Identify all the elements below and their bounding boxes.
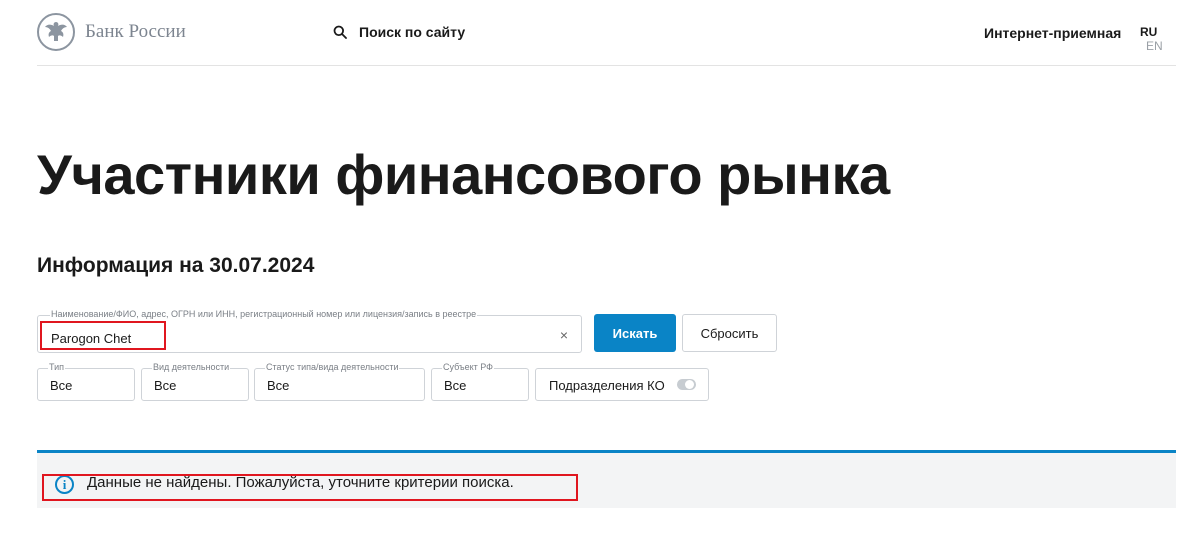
site-header: Банк России Поиск по сайту Интернет-прие… bbox=[37, 0, 1176, 66]
search-value-highlight bbox=[40, 321, 166, 350]
bank-logo[interactable]: Банк России bbox=[37, 13, 186, 51]
filter-region-value: Все bbox=[444, 378, 467, 393]
page-title: Участники финансового рынка bbox=[37, 143, 890, 206]
site-search-label: Поиск по сайту bbox=[359, 24, 466, 40]
filter-status-select[interactable]: Статус типа/вида деятельности Все bbox=[254, 362, 425, 401]
filter-activity-select[interactable]: Вид деятельности Все bbox=[141, 362, 249, 401]
toggle-knob bbox=[685, 380, 694, 389]
lang-en-link[interactable]: EN bbox=[1146, 39, 1163, 53]
search-button[interactable]: Искать bbox=[594, 314, 676, 352]
site-search-link[interactable]: Поиск по сайту bbox=[333, 24, 465, 40]
branches-toggle-switch[interactable] bbox=[677, 379, 696, 390]
filter-type-select[interactable]: Тип Все bbox=[37, 362, 135, 401]
clear-search-icon[interactable]: × bbox=[560, 327, 568, 343]
filter-activity-value: Все bbox=[154, 378, 177, 393]
branches-toggle-label: Подразделения КО bbox=[549, 378, 665, 393]
branches-toggle-control[interactable]: Подразделения КО bbox=[535, 368, 709, 401]
search-icon bbox=[333, 25, 347, 39]
eagle-emblem-icon bbox=[37, 13, 75, 51]
filter-activity-legend: Вид деятельности bbox=[152, 362, 231, 372]
info-date-heading: Информация на 30.07.2024 bbox=[37, 254, 315, 277]
filter-region-legend: Субъект РФ bbox=[442, 362, 494, 372]
lang-ru-link[interactable]: RU bbox=[1140, 25, 1157, 39]
filter-status-legend: Статус типа/вида деятельности bbox=[265, 362, 400, 372]
filter-type-value: Все bbox=[50, 378, 73, 393]
logo-text: Банк России bbox=[85, 21, 186, 42]
filter-type-legend: Тип bbox=[48, 362, 66, 372]
filter-region-select[interactable]: Субъект РФ Все bbox=[431, 362, 529, 401]
reset-button[interactable]: Сбросить bbox=[682, 314, 777, 352]
internet-reception-link[interactable]: Интернет-приемная bbox=[984, 25, 1121, 41]
language-switcher: RU EN bbox=[1140, 25, 1176, 53]
notice-highlight bbox=[42, 474, 578, 501]
filter-status-value: Все bbox=[267, 378, 290, 393]
